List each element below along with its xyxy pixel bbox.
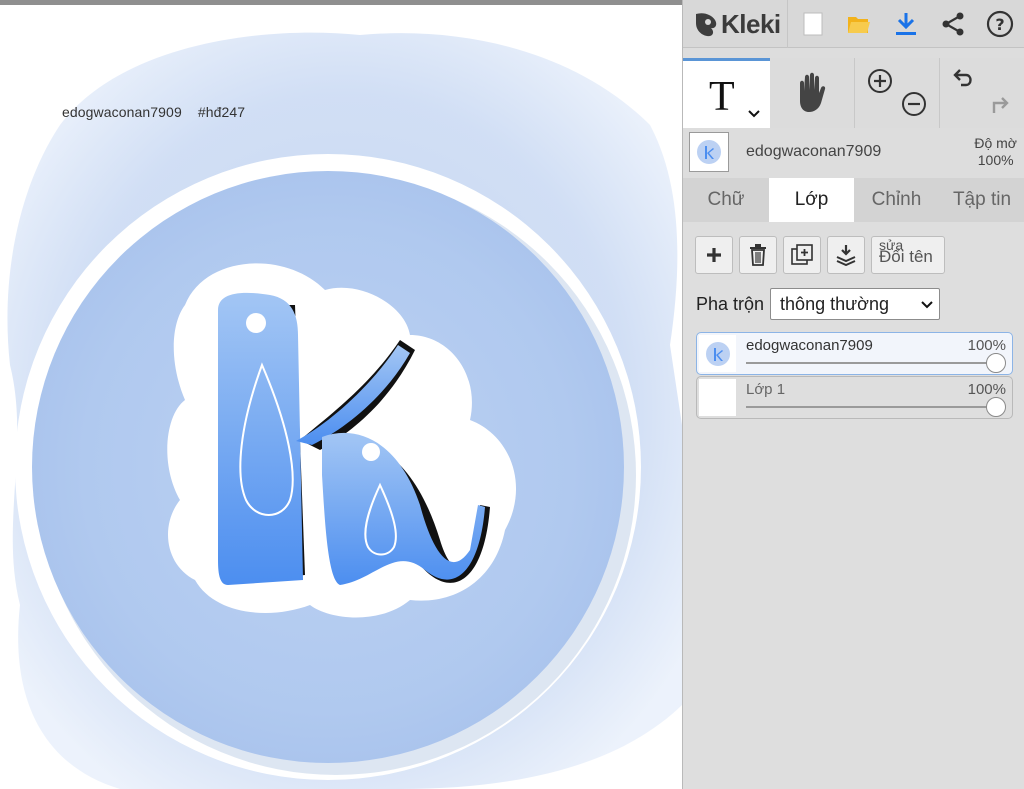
text-tool-button[interactable]: T	[683, 58, 770, 128]
open-file-button[interactable]	[841, 6, 877, 42]
caption-username: edogwaconan7909	[62, 104, 182, 120]
layer-item-opacity: 100%	[967, 337, 1006, 354]
chevron-down-icon	[921, 301, 933, 309]
opacity-slider-handle[interactable]	[986, 353, 1006, 373]
duplicate-layer-button[interactable]	[783, 236, 821, 274]
share-icon	[942, 12, 964, 36]
kleki-app: edogwaconan7909 #hđ247 Kleki ? T edogwac…	[0, 0, 1024, 789]
layer-item-thumbnail	[699, 379, 736, 416]
canvas-artwork	[7, 32, 682, 789]
layer-preview-icon	[703, 339, 732, 368]
zoom-controls	[854, 58, 939, 128]
canvas-caption: edogwaconan7909 #hđ247	[62, 104, 257, 120]
merge-down-icon	[836, 245, 856, 266]
opacity-label: Độ mờ	[974, 135, 1017, 151]
hand-icon	[800, 72, 826, 112]
layer-item-name: edogwaconan7909	[746, 337, 873, 354]
toolbar-divider	[787, 0, 788, 48]
chevron-down-icon[interactable]	[747, 109, 761, 119]
current-layer-header: edogwaconan7909 Độ mờ 100%	[683, 128, 1024, 176]
undo-icon[interactable]	[952, 68, 978, 94]
caption-hashtag: #hđ247	[197, 104, 246, 120]
opacity-slider-track[interactable]	[746, 362, 996, 364]
layer-item-opacity: 100%	[967, 381, 1006, 398]
hand-tool-button[interactable]	[770, 58, 854, 128]
merge-down-button[interactable]	[827, 236, 865, 274]
zoom-in-icon[interactable]	[867, 68, 893, 94]
layer-item[interactable]: edogwaconan7909 100%	[696, 332, 1013, 375]
tool-row: T	[683, 58, 1024, 128]
top-toolbar: Kleki ?	[683, 0, 1024, 48]
opacity-value: 100%	[977, 152, 1014, 168]
blend-mode-value: thông thường	[780, 294, 889, 314]
tab-file[interactable]: Tập tin	[939, 178, 1024, 222]
delete-layer-button[interactable]	[739, 236, 777, 274]
new-file-icon	[803, 12, 823, 36]
panel-tabs: Chữ Lớp Chỉnh Tập tin	[683, 178, 1024, 222]
opacity-slider-track[interactable]	[746, 406, 996, 408]
help-button[interactable]: ?	[982, 6, 1018, 42]
tab-adjust[interactable]: Chỉnh	[854, 178, 939, 222]
duplicate-icon	[791, 244, 813, 265]
zoom-out-icon[interactable]	[901, 91, 927, 117]
redo-icon[interactable]	[986, 91, 1012, 117]
svg-text:?: ?	[995, 15, 1004, 34]
trash-icon	[750, 244, 766, 266]
layer-item-name: Lớp 1	[746, 381, 786, 398]
history-controls	[939, 58, 1024, 128]
drawing-canvas[interactable]: edogwaconan7909 #hđ247	[0, 0, 682, 789]
download-button[interactable]	[888, 6, 924, 42]
layer-item-thumbnail	[699, 335, 736, 372]
help-icon: ?	[986, 10, 1014, 38]
layer-preview-icon	[695, 138, 723, 166]
layer-opacity-readout[interactable]: Độ mờ 100%	[974, 135, 1017, 169]
tab-text[interactable]: Chữ	[683, 178, 769, 222]
text-tool-icon: T	[709, 74, 735, 120]
download-icon	[896, 13, 916, 35]
plus-icon	[707, 248, 721, 262]
opacity-slider-handle[interactable]	[986, 397, 1006, 417]
rename-layer-button[interactable]: sửa Đổi tên	[871, 236, 945, 274]
layer-item[interactable]: Lớp 1 100%	[696, 376, 1013, 419]
blend-mode-label: Pha trộn	[696, 293, 765, 314]
layers-panel: sửa Đổi tên Pha trộn thông thường edogwa…	[683, 222, 1024, 789]
app-name: Kleki	[721, 8, 781, 39]
new-file-button[interactable]	[795, 6, 831, 42]
app-logo[interactable]: Kleki	[693, 7, 781, 41]
rename-label: Đổi tên	[879, 247, 933, 266]
layer-thumbnail[interactable]	[689, 132, 729, 172]
current-layer-name: edogwaconan7909	[746, 143, 882, 160]
sidebar: Kleki ? T edogwaconan7909 Độ mờ 100% Chữ…	[682, 0, 1024, 789]
blend-mode-select[interactable]: thông thường	[770, 288, 941, 320]
tab-layers[interactable]: Lớp	[769, 178, 854, 222]
blend-mode-row: Pha trộn thông thường	[696, 288, 941, 320]
share-button[interactable]	[935, 6, 971, 42]
open-folder-icon	[848, 17, 870, 33]
add-layer-button[interactable]	[695, 236, 733, 274]
kleki-logo-icon	[696, 13, 717, 37]
